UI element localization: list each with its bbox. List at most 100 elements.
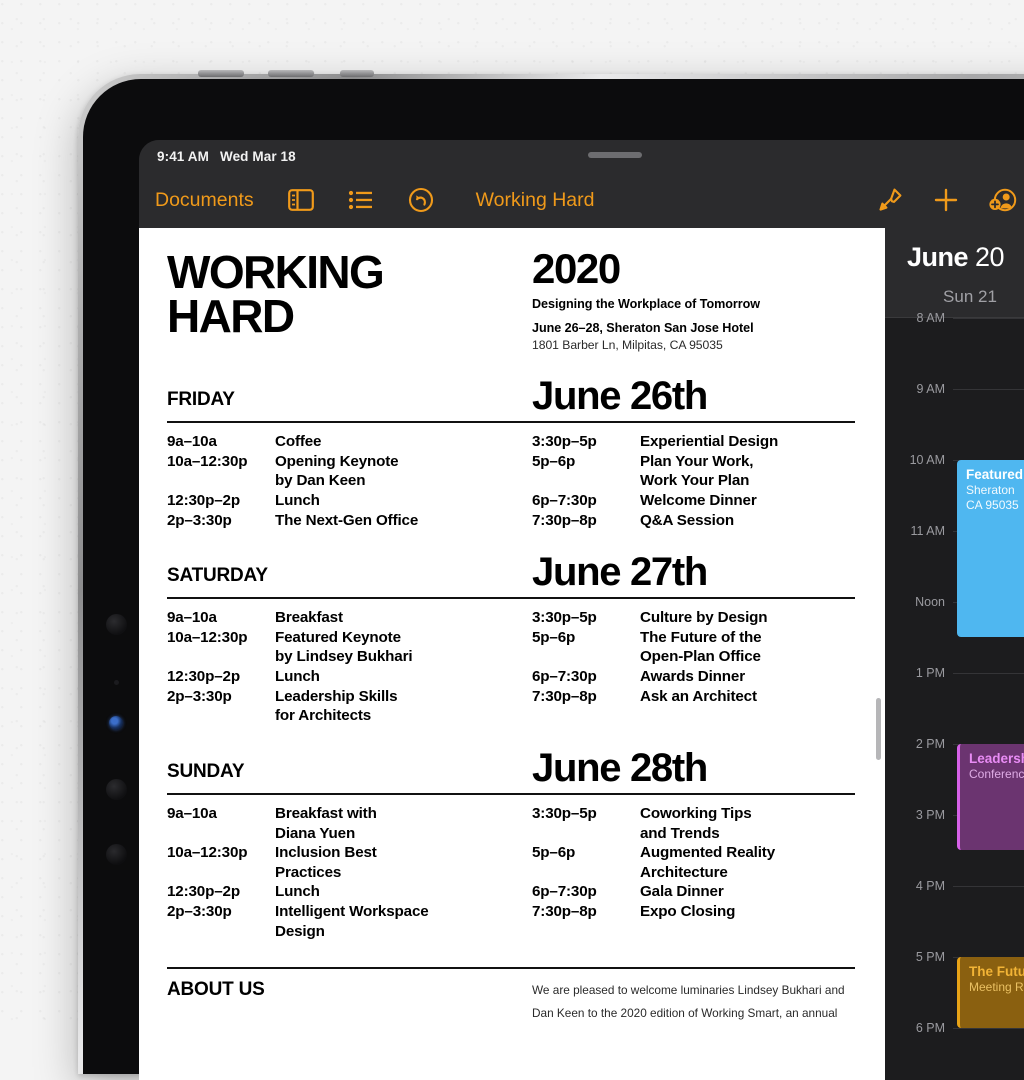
day-name: SUNDAY	[167, 760, 245, 782]
session-cell: Lunch	[275, 668, 320, 686]
time-cell: 12:30p–2p	[167, 668, 240, 686]
session-cell: Coffee	[275, 433, 322, 451]
session-cell: Awards Dinner	[640, 668, 745, 686]
schedule-column-right: 3:30p–5p 5p–6p 6p–7:30p 7:30p–8p Coworki…	[532, 804, 775, 941]
poster-address: 1801 Barber Ln, Milpitas, CA 95035	[532, 338, 723, 353]
calendar-event-featured[interactable]: Featured Sheraton CA 95035	[957, 460, 1024, 637]
event-title: Featured	[966, 467, 1024, 482]
poster-header: WORKING HARD 2020 Designing the Workplac…	[167, 248, 855, 354]
hour-label: 8 AM	[916, 311, 946, 325]
sidebar-icon[interactable]	[284, 183, 318, 217]
time-cell: 2p–3:30p	[167, 687, 232, 705]
about-row: ABOUT US We are pleased to welcome lumin…	[167, 979, 855, 1025]
session-cell: Leadership Skills	[275, 687, 398, 705]
calendar-pane[interactable]: June 20 Sun 21 8 AM 9 AM 10 AM 11 AM Noo…	[885, 228, 1024, 1080]
session-cell: Q&A Session	[640, 511, 734, 529]
time-cell: 10a–12:30p	[167, 628, 248, 646]
schedule-column-right: 3:30p–5p 5p–6p 6p–7:30p 7:30p–8p Culture…	[532, 608, 768, 726]
session-column: Culture by Design The Future of the Open…	[640, 608, 768, 726]
day-block-sunday: SUNDAY June 28th 9a–10a 10a–12:30p 12:30…	[167, 748, 855, 941]
poster-title-block: WORKING HARD	[167, 249, 532, 339]
document-scrollbar[interactable]	[876, 698, 881, 760]
hour-label: 2 PM	[915, 737, 945, 751]
status-date: Wed Mar 18	[219, 148, 296, 164]
event-title: The Futu	[969, 964, 1024, 979]
event-location-line1: Conferenc	[969, 767, 1024, 782]
schedule-column-right: 3:30p–5p 5p–6p 6p–7:30p 7:30p–8p Experie…	[532, 432, 778, 530]
day-rule	[167, 421, 855, 424]
day-heading: SUNDAY June 28th	[167, 748, 855, 788]
session-cell: Open-Plan Office	[640, 648, 761, 666]
session-cell: Ask an Architect	[640, 687, 757, 705]
calendar-event-future[interactable]: The Futu Meeting R	[957, 957, 1024, 1028]
time-cell: 9a–10a	[167, 609, 217, 627]
calendar-header: June 20 Sun 21	[885, 228, 1024, 318]
undo-icon[interactable]	[404, 183, 438, 217]
speaker-grille-icon	[106, 779, 127, 800]
hour-label: 6 PM	[915, 1021, 945, 1035]
time-cell: 2p–3:30p	[167, 511, 232, 529]
calendar-event-leadership[interactable]: Leadersh Conferenc	[957, 744, 1024, 850]
schedule-column-left: 9a–10a 10a–12:30p 12:30p–2p 2p–3:30p Bre…	[167, 608, 532, 726]
time-column: 3:30p–5p 5p–6p 6p–7:30p 7:30p–8p	[532, 804, 640, 941]
plus-icon[interactable]	[929, 183, 963, 217]
poster-venue: June 26–28, Sheraton San Jose Hotel	[532, 321, 754, 335]
session-cell: Lunch	[275, 492, 320, 510]
session-cell: Expo Closing	[640, 902, 736, 920]
hour-label: 3 PM	[915, 808, 945, 822]
session-cell: for Architects	[275, 707, 372, 725]
event-title: Leadersh	[969, 751, 1024, 766]
time-cell: 9a–10a	[167, 804, 217, 822]
speaker-grille-icon	[106, 844, 127, 865]
time-cell: 5p–6p	[532, 628, 576, 646]
time-cell: 12:30p–2p	[167, 492, 240, 510]
calendar-grid[interactable]: 8 AM 9 AM 10 AM 11 AM Noon 1 PM 2 PM 3 P…	[885, 311, 1024, 1035]
event-location-line1: Sheraton	[966, 483, 1015, 498]
schedule-sunday: 9a–10a 10a–12:30p 12:30p–2p 2p–3:30p Bre…	[167, 804, 855, 941]
poster-tagline: Designing the Workplace of Tomorrow	[532, 296, 760, 311]
document-title[interactable]: Working Hard	[476, 189, 595, 212]
poster-meta-block: 2020 Designing the Workplace of Tomorrow…	[532, 248, 760, 354]
hour-line	[953, 318, 1024, 319]
time-column: 9a–10a 10a–12:30p 12:30p–2p 2p–3:30p	[167, 432, 275, 530]
multitasking-handle[interactable]	[588, 152, 642, 158]
session-cell: Design	[275, 922, 325, 940]
split-view: WORKING HARD 2020 Designing the Workplac…	[139, 228, 1024, 1080]
event-location-line1: Meeting R	[969, 980, 1024, 995]
toolbar-right-group	[873, 183, 1024, 217]
session-cell: Inclusion Best	[275, 844, 377, 862]
session-cell: Gala Dinner	[640, 883, 724, 901]
document-canvas: WORKING HARD 2020 Designing the Workplac…	[139, 228, 885, 1025]
session-column: Experiential Design Plan Your Work, Work…	[640, 432, 778, 530]
event-location-line2: CA 95035	[966, 498, 1019, 513]
session-cell: Experiential Design	[640, 433, 779, 451]
time-cell: 6p–7:30p	[532, 492, 597, 510]
hour-row: 4 PM	[885, 879, 1024, 893]
hour-label: 9 AM	[916, 382, 946, 396]
power-button[interactable]	[340, 70, 374, 77]
device-body: 9:41 AM Wed Mar 18 Documents Working Har…	[83, 79, 1024, 1080]
day-date: June 28th	[532, 745, 708, 790]
time-cell: 7:30p–8p	[532, 511, 597, 529]
speaker-grille-icon	[106, 614, 127, 635]
about-section: ABOUT US We are pleased to welcome lumin…	[167, 967, 855, 1025]
hour-row: 9 AM	[885, 382, 1024, 396]
session-cell: Opening Keynote	[275, 452, 399, 470]
list-icon[interactable]	[344, 183, 378, 217]
time-cell: 5p–6p	[532, 452, 576, 470]
volume-up-button[interactable]	[198, 70, 244, 77]
time-cell: 10a–12:30p	[167, 844, 248, 862]
documents-back-button[interactable]: Documents	[155, 189, 254, 212]
front-camera-icon	[109, 716, 123, 730]
day-name: SATURDAY	[167, 565, 268, 587]
brush-icon[interactable]	[873, 183, 907, 217]
session-cell: Culture by Design	[640, 609, 768, 627]
time-column: 3:30p–5p 5p–6p 6p–7:30p 7:30p–8p	[532, 432, 640, 530]
schedule-column-left: 9a–10a 10a–12:30p 12:30p–2p 2p–3:30p Cof…	[167, 432, 532, 530]
time-column: 3:30p–5p 5p–6p 6p–7:30p 7:30p–8p	[532, 608, 640, 726]
document-pane[interactable]: WORKING HARD 2020 Designing the Workplac…	[139, 228, 885, 1080]
add-person-icon[interactable]	[985, 183, 1019, 217]
session-column: Breakfast with Diana Yuen Inclusion Best…	[275, 804, 532, 941]
volume-down-button[interactable]	[268, 70, 314, 77]
session-cell: by Dan Keen	[275, 472, 366, 490]
